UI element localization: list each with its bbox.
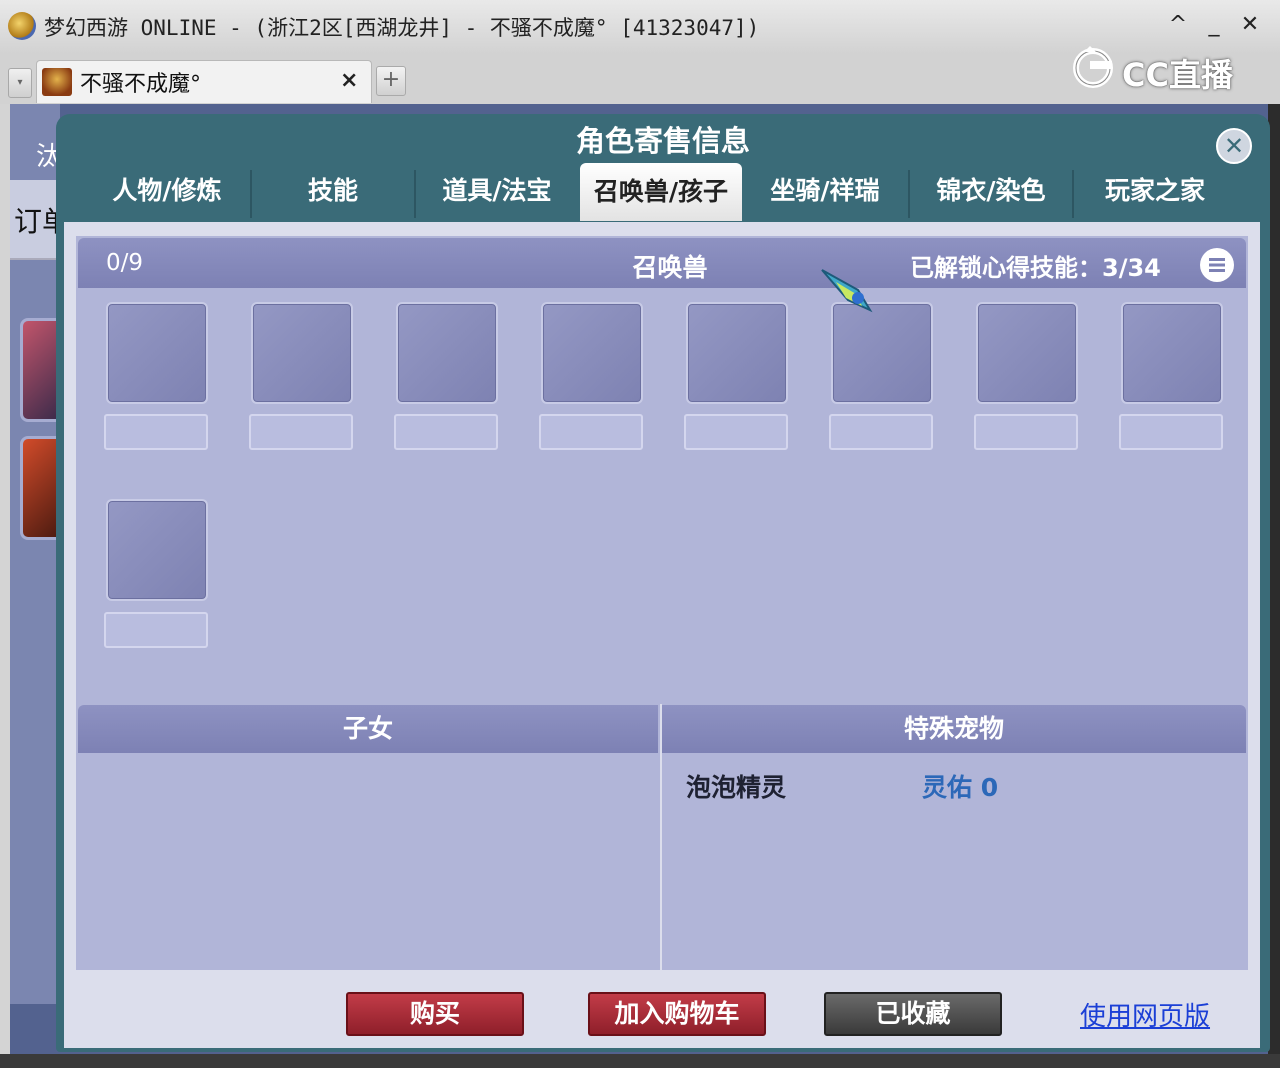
summon-slot-label [539,414,643,450]
summon-slot-label [829,414,933,450]
cc-live-brand: CC直播 [1122,56,1233,94]
summon-slot[interactable] [1121,302,1223,404]
tab-close-button[interactable]: × [340,68,358,93]
summon-slot[interactable] [976,302,1078,404]
special-pets-header: 特殊宠物 [662,705,1246,753]
chevron-up-icon[interactable]: ^ [1164,10,1192,40]
dialog-title: 角色寄售信息 [575,124,750,158]
summon-slot[interactable] [251,302,353,404]
summon-slot-label [104,414,208,450]
summon-slot-label [394,414,498,450]
summon-title: 召唤兽 [632,253,708,282]
summon-slot[interactable] [541,302,643,404]
tab-label: 不骚不成魔° [80,72,202,97]
summon-slot-label [104,612,208,648]
tab-character-training[interactable]: 人物/修炼 [86,165,248,217]
summon-slot[interactable] [686,302,788,404]
summon-slot-label [684,414,788,450]
new-tab-button[interactable]: + [376,66,406,96]
add-to-cart-button[interactable]: 加入购物车 [588,992,766,1036]
tab-skills[interactable]: 技能 [252,165,414,217]
summon-count: 0/9 [106,250,144,276]
buy-button[interactable]: 购买 [346,992,524,1036]
favorited-button[interactable]: 已收藏 [824,992,1002,1036]
window-border [0,1054,1280,1068]
unlocked-skills-count: 已解锁心得技能：3/34 [910,254,1161,282]
tab-summons-children[interactable]: 召唤兽/孩子 [580,163,742,221]
window-title: 梦幻西游 ONLINE - (浙江2区[西湖龙井] - 不骚不成魔° [4132… [44,16,760,40]
summon-slot[interactable] [106,499,208,601]
summon-slot-label [249,414,353,450]
special-pet-value: 灵佑 0 [922,773,999,802]
tab-mounts[interactable]: 坐骑/祥瑞 [744,165,906,217]
tab-menu-button[interactable]: ▾ [8,68,32,98]
summon-slot-label [1119,414,1223,450]
app-logo-icon [8,12,36,40]
cc-live-logo-icon [1073,46,1113,88]
character-avatar-icon [42,68,72,96]
game-cursor-icon [821,269,873,313]
web-version-link[interactable]: 使用网页版 [1080,996,1210,1033]
dialog-close-button[interactable]: ✕ [1216,128,1252,164]
minimize-button[interactable]: _ [1200,10,1228,40]
tab-items-treasures[interactable]: 道具/法宝 [416,165,578,217]
summon-slot[interactable] [106,302,208,404]
special-pet-name: 泡泡精灵 [686,773,787,802]
tab-player-home[interactable]: 玩家之家 [1074,165,1236,217]
children-header: 子女 [78,705,658,753]
list-icon[interactable] [1200,248,1234,282]
tab-outfits-dye[interactable]: 锦衣/染色 [910,165,1072,217]
close-window-button[interactable]: ✕ [1236,10,1264,40]
summon-slot-label [974,414,1078,450]
summon-slot[interactable] [396,302,498,404]
